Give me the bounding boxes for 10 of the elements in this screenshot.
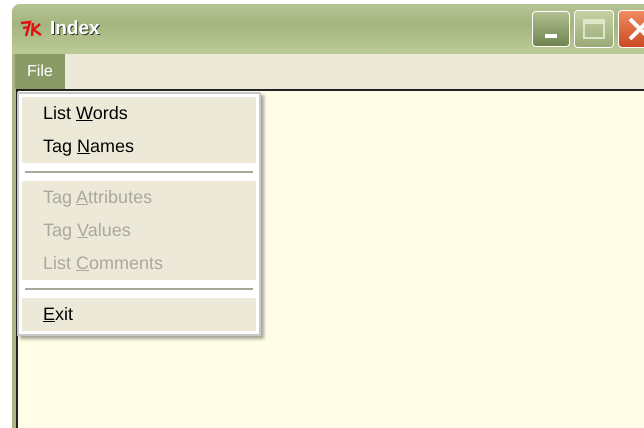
minimize-icon (545, 34, 557, 38)
minimize-button[interactable] (532, 11, 570, 47)
window-title: Index (50, 18, 100, 40)
maximize-icon (583, 19, 605, 39)
maximize-button[interactable] (574, 10, 614, 48)
menu-item[interactable]: List Words (22, 97, 256, 130)
menu-item[interactable]: Tag Names (22, 130, 256, 163)
menu-item[interactable]: Exit (22, 298, 256, 331)
feather-logo-icon (20, 20, 44, 38)
menu-title[interactable]: File (15, 54, 65, 89)
